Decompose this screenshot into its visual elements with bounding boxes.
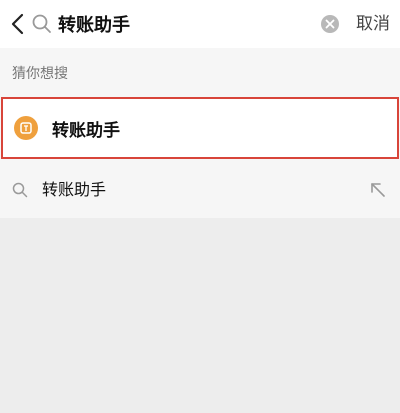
search-header: 取消: [0, 0, 400, 48]
search-input[interactable]: [58, 9, 308, 39]
cancel-button[interactable]: 取消: [356, 11, 390, 37]
history-item-label: 转账助手: [42, 180, 107, 199]
clear-search-button[interactable]: [318, 12, 342, 36]
transfer-assistant-app-icon: [14, 116, 38, 140]
arrow-up-left-icon[interactable]: [368, 180, 388, 200]
back-icon[interactable]: [4, 9, 30, 39]
history-item[interactable]: 转账助手: [0, 164, 400, 216]
suggestion-label: 转账助手: [52, 120, 120, 141]
clear-icon: [321, 15, 339, 33]
guess-heading: 猜你想搜: [12, 66, 68, 82]
search-icon: [11, 181, 29, 199]
search-icon: [31, 13, 53, 35]
suggestion-transfer-assistant[interactable]: 转账助手: [1, 97, 399, 159]
